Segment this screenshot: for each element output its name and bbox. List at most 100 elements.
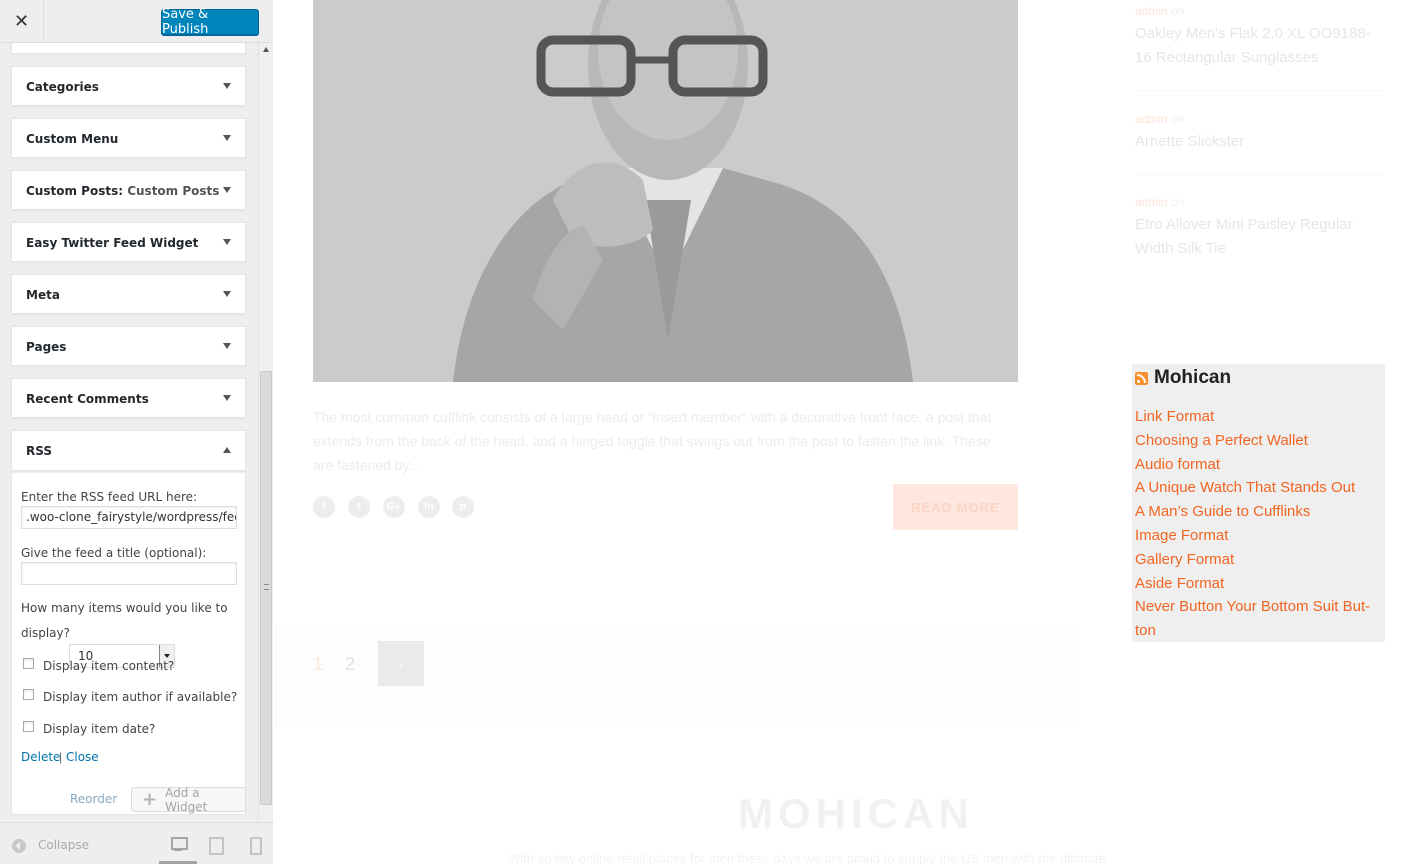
display-author-checkbox[interactable] bbox=[23, 689, 34, 700]
widget-title: Categories bbox=[26, 80, 99, 94]
widget-title: Custom Posts: Custom Posts bbox=[26, 184, 219, 198]
caret-down-icon[interactable] bbox=[223, 83, 231, 89]
add-widget-label: Add a Widget bbox=[165, 785, 208, 814]
caret-down-icon[interactable] bbox=[223, 239, 231, 245]
man-portrait-image bbox=[313, 0, 1018, 382]
delete-widget-link[interactable]: Delete bbox=[21, 750, 60, 764]
collapse-icon[interactable] bbox=[12, 839, 26, 853]
comment-post-link[interactable]: Etro Allover Mini Paisley Regular Width … bbox=[1135, 213, 1385, 261]
display-content-checkbox[interactable] bbox=[23, 658, 34, 669]
widget-title: Custom Menu bbox=[26, 132, 119, 146]
widget-rss[interactable]: RSS bbox=[11, 430, 246, 471]
link-separator: | bbox=[59, 750, 63, 764]
reorder-link[interactable]: Reorder bbox=[70, 792, 117, 806]
caret-down-icon[interactable] bbox=[223, 187, 231, 193]
desktop-preview-icon[interactable] bbox=[170, 836, 188, 852]
rss-feed-widget: Mohican Link Format Choosing a Perfect W… bbox=[1132, 364, 1385, 642]
rss-item-link[interactable]: Image Format bbox=[1135, 524, 1385, 548]
widget-title-instance: Custom Posts bbox=[127, 184, 220, 198]
comment-divider bbox=[1135, 90, 1385, 91]
display-date-checkbox[interactable] bbox=[23, 721, 34, 732]
comment-author-link[interactable]: admin bbox=[1135, 112, 1168, 126]
sidebar-scrollbar[interactable] bbox=[258, 43, 273, 820]
widget-easy-twitter-feed[interactable]: Easy Twitter Feed Widget bbox=[11, 222, 246, 262]
rss-item-link[interactable]: A Man’s Guide to Cufflinks bbox=[1135, 500, 1385, 524]
rss-url-label: Enter the RSS feed URL here: bbox=[21, 490, 198, 504]
caret-down-icon[interactable] bbox=[223, 343, 231, 349]
rss-title-label: Give the feed a title (optional): bbox=[21, 546, 207, 560]
comment-post-link[interactable]: Arnette Slickster bbox=[1135, 130, 1385, 154]
sidebar-header: ✕ Save & Publish bbox=[0, 0, 273, 43]
page-2-link[interactable]: 2 bbox=[345, 654, 355, 675]
sidebar-footer: Collapse bbox=[0, 822, 273, 864]
collapse-button[interactable]: Collapse bbox=[38, 838, 89, 852]
footer-description: With so few online retail places for men… bbox=[508, 851, 1106, 864]
rss-item-link[interactable]: Gallery Format bbox=[1135, 548, 1385, 572]
rss-item-link[interactable]: Aside Format bbox=[1135, 572, 1385, 596]
comment-author-link[interactable]: admin bbox=[1135, 195, 1168, 209]
comment-divider bbox=[1135, 174, 1385, 175]
widget-title: Recent Comments bbox=[26, 392, 149, 406]
widget-title: Pages bbox=[26, 340, 67, 354]
tablet-preview-icon[interactable] bbox=[208, 836, 224, 855]
widget-pages[interactable]: Pages bbox=[11, 326, 246, 366]
save-publish-button[interactable]: Save & Publish bbox=[161, 7, 259, 37]
widget-custom-posts[interactable]: Custom Posts: Custom Posts bbox=[11, 170, 246, 210]
comment-post-link[interactable]: Oakley Men's Flak 2.0 XL OO9188-16 Recta… bbox=[1135, 22, 1385, 70]
rss-icon[interactable] bbox=[1135, 371, 1148, 385]
rss-title-input[interactable] bbox=[21, 562, 237, 585]
facebook-icon[interactable]: f bbox=[313, 496, 335, 518]
customizer-screen: ✕ Save & Publish Categories Custom Menu … bbox=[0, 0, 1419, 864]
page-1-link[interactable]: 1 bbox=[313, 654, 323, 675]
rss-item-link[interactable]: Never Button Your Bottom Suit But- bbox=[1135, 595, 1385, 619]
comment-on-text: on bbox=[1171, 4, 1185, 18]
widget-title: RSS bbox=[26, 444, 52, 458]
close-customizer-button[interactable]: ✕ bbox=[0, 0, 44, 43]
twitter-icon[interactable]: t bbox=[348, 496, 370, 518]
read-more-button[interactable]: READ MORE bbox=[893, 484, 1018, 530]
site-preview: The most common cufflink consists of a l… bbox=[274, 0, 1419, 864]
rss-item-link[interactable]: Audio format bbox=[1135, 453, 1385, 477]
comment-on-text: on bbox=[1171, 112, 1185, 126]
caret-down-icon[interactable] bbox=[223, 291, 231, 297]
rss-item-link[interactable]: Choosing a Perfect Wallet bbox=[1135, 429, 1385, 453]
add-widget-button[interactable]: + Add a Widget bbox=[131, 785, 246, 814]
pinterest-icon[interactable]: p bbox=[452, 496, 474, 518]
widget-meta[interactable]: Meta bbox=[11, 274, 246, 314]
widget-list: Categories Custom Menu Custom Posts: Cus… bbox=[0, 43, 258, 820]
rss-item-list: Link Format Choosing a Perfect Wallet Au… bbox=[1135, 405, 1385, 643]
customizer-sidebar: ✕ Save & Publish Categories Custom Menu … bbox=[0, 0, 273, 864]
rss-items-label-2: display? bbox=[21, 626, 70, 640]
rss-item-link[interactable]: ton bbox=[1135, 619, 1385, 643]
rss-widget-header: Mohican bbox=[1135, 367, 1231, 389]
caret-up-icon[interactable] bbox=[223, 447, 231, 453]
rss-url-input[interactable]: .woo-clone_fairystyle/wordpress/feed bbox=[21, 506, 237, 529]
widget-custom-menu[interactable]: Custom Menu bbox=[11, 118, 246, 158]
close-icon: ✕ bbox=[13, 11, 30, 31]
next-page-button[interactable]: › bbox=[378, 641, 424, 686]
rss-widget-form: Enter the RSS feed URL here: .woo-clone_… bbox=[11, 472, 246, 815]
grip-icon bbox=[264, 584, 269, 590]
google-plus-icon[interactable]: G+ bbox=[383, 496, 405, 518]
display-date-label: Display item date? bbox=[43, 722, 156, 736]
rss-widget-title[interactable]: Mohican bbox=[1154, 367, 1231, 389]
recent-comment-item: admin on Etro Allover Mini Paisley Regul… bbox=[1135, 195, 1385, 261]
linkedin-icon[interactable]: in bbox=[418, 496, 440, 518]
mobile-preview-icon[interactable] bbox=[248, 836, 264, 855]
widget-categories[interactable]: Categories bbox=[11, 66, 246, 106]
scroll-thumb[interactable] bbox=[260, 371, 272, 805]
rss-item-link[interactable]: A Unique Watch That Stands Out bbox=[1135, 476, 1385, 500]
display-content-label: Display item content? bbox=[43, 659, 175, 673]
widget-title: Easy Twitter Feed Widget bbox=[26, 236, 199, 250]
post-excerpt: The most common cufflink consists of a l… bbox=[313, 409, 992, 473]
post-featured-image[interactable] bbox=[313, 0, 1018, 382]
widget-title: Meta bbox=[26, 288, 60, 302]
caret-down-icon[interactable] bbox=[223, 395, 231, 401]
widget-recent-comments[interactable]: Recent Comments bbox=[11, 378, 246, 418]
rss-items-label: How many items would you like to bbox=[21, 601, 228, 615]
comment-author-link[interactable]: admin bbox=[1135, 4, 1168, 18]
caret-down-icon[interactable] bbox=[223, 135, 231, 141]
rss-item-link[interactable]: Link Format bbox=[1135, 405, 1385, 429]
close-widget-link[interactable]: Close bbox=[66, 750, 99, 764]
scroll-up-icon[interactable] bbox=[263, 47, 269, 52]
